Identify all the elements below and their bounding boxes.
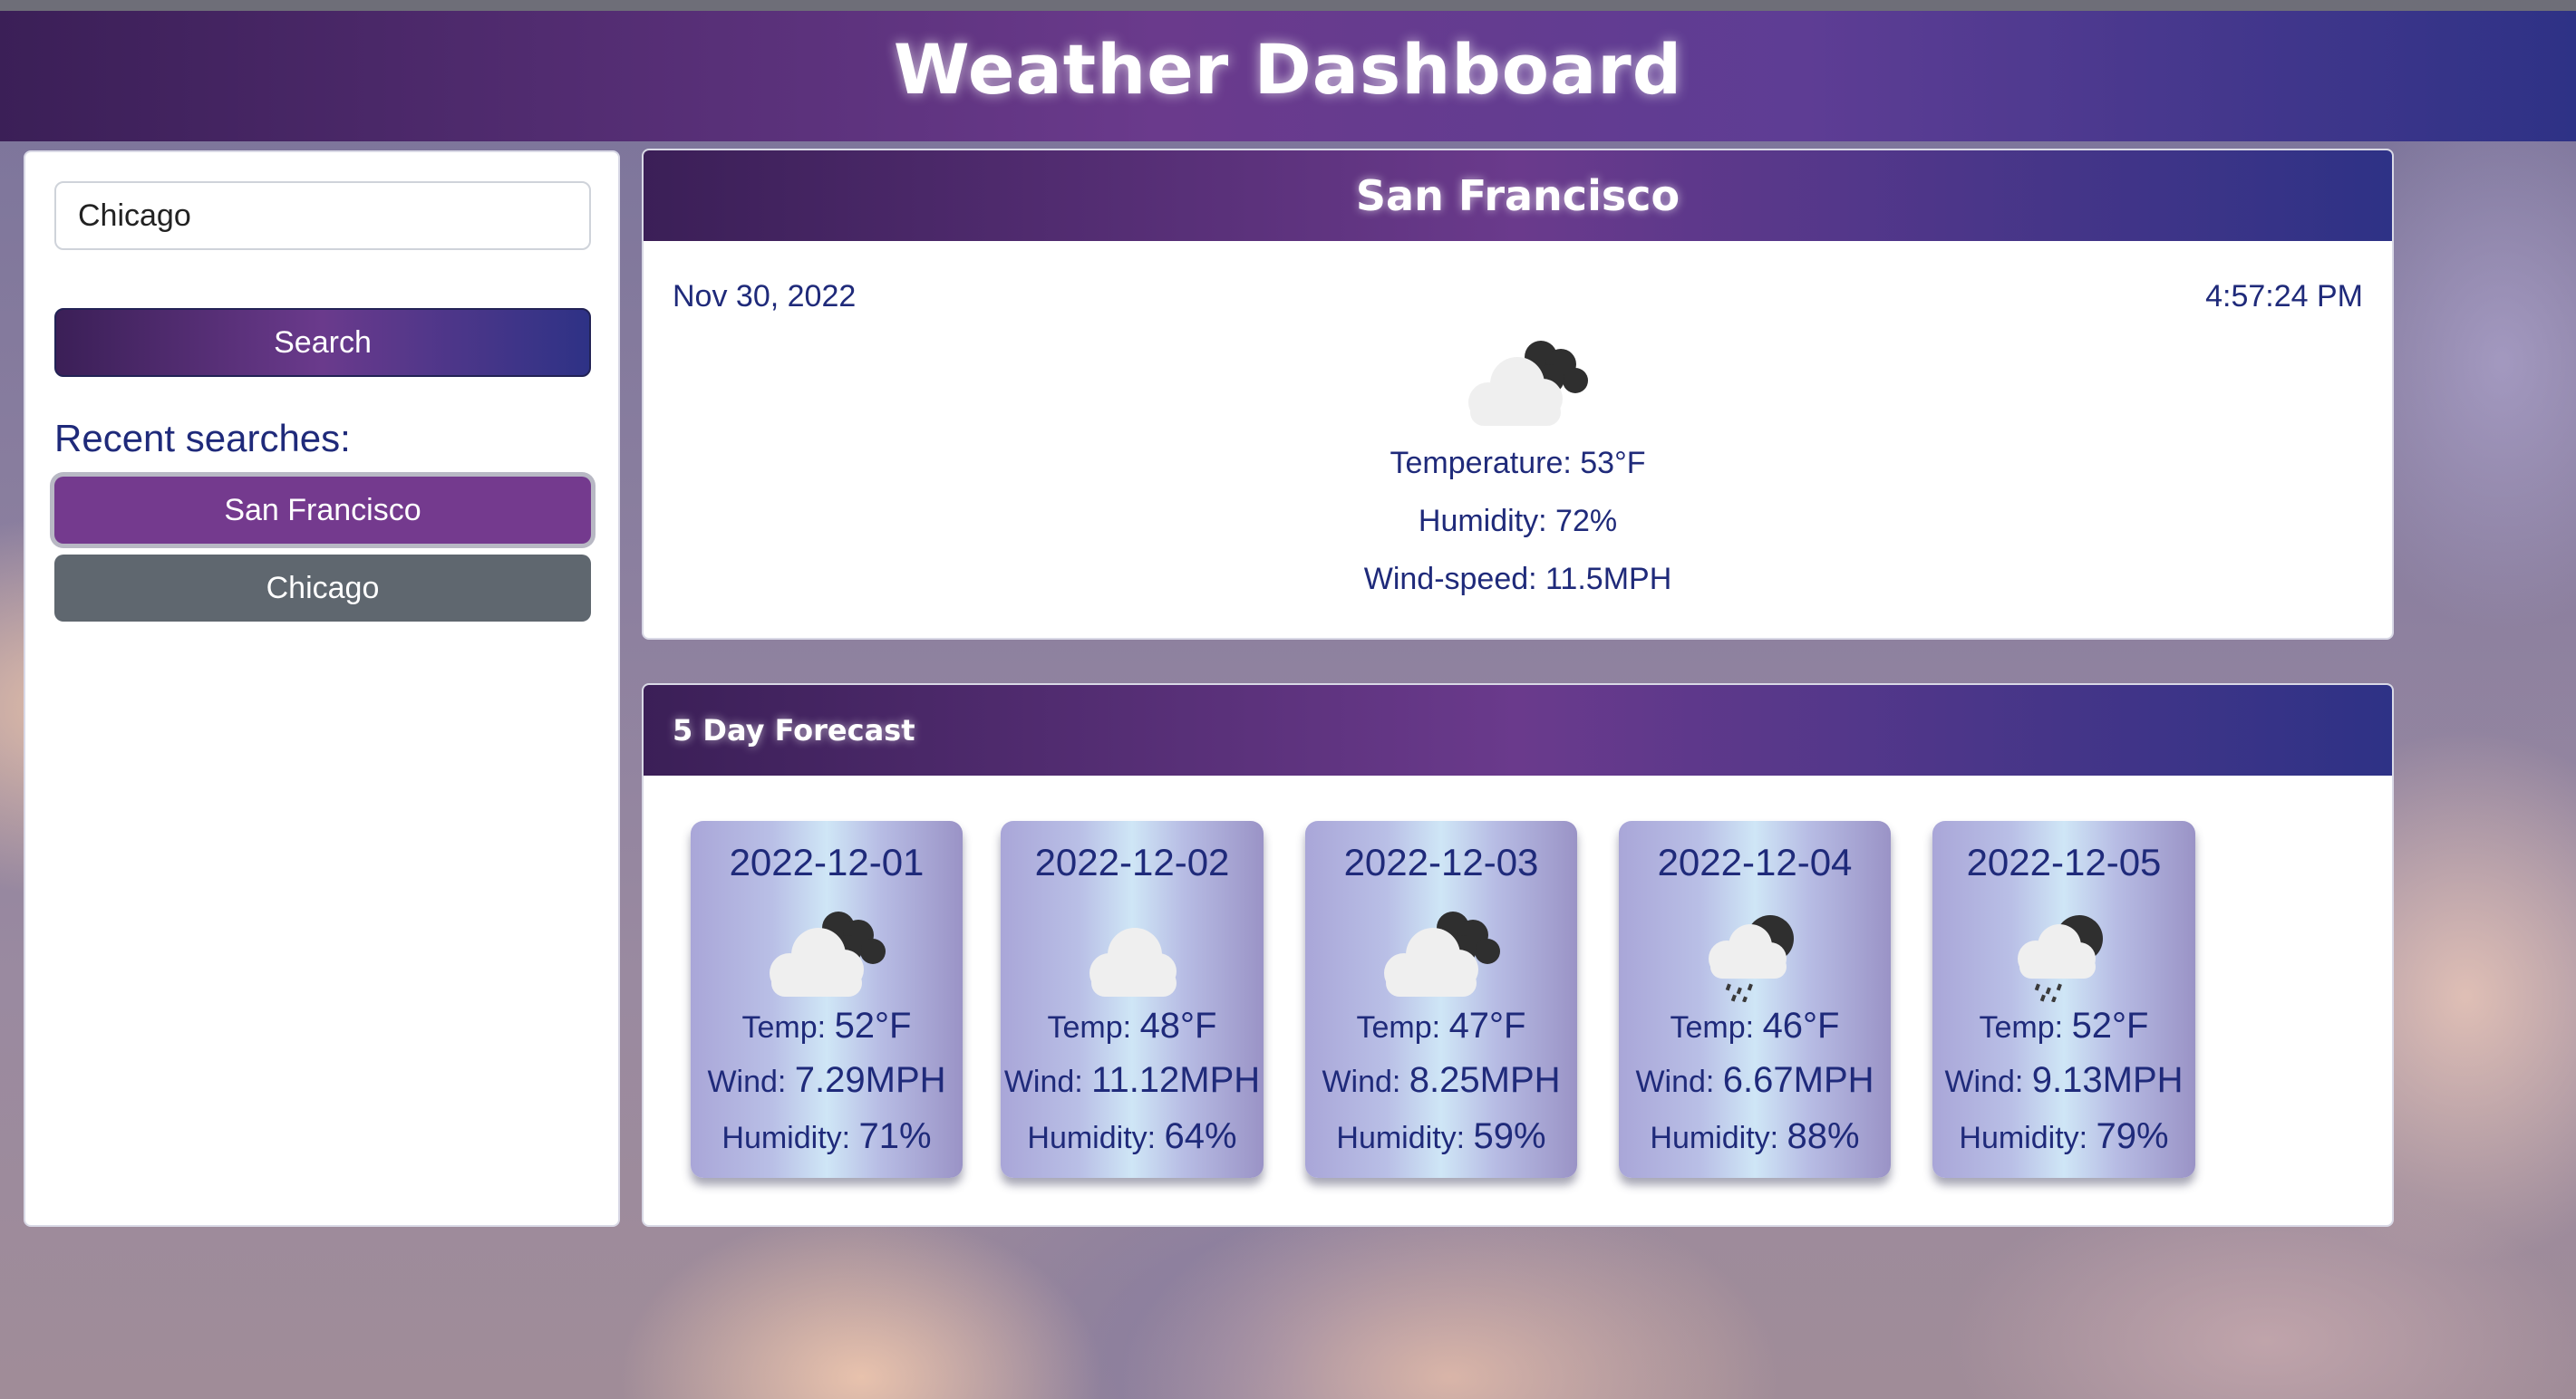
forecast-humidity: Humidity: 79%	[1959, 1116, 2169, 1156]
forecast-wind: Wind: 7.29MPH	[707, 1060, 946, 1100]
forecast-day-card: 2022-12-04 Temp: 46°F Wind: 6.67MPH Humi…	[1619, 821, 1891, 1178]
forecast-humidity: Humidity: 71%	[721, 1116, 932, 1156]
forecast-temp: Temp: 52°F	[741, 1006, 912, 1046]
current-temperature: Temperature: 53°F	[1390, 446, 1646, 480]
cloud-night-icon	[1384, 912, 1500, 997]
forecast-temp: Temp: 46°F	[1670, 1006, 1840, 1046]
forecast-wind: Wind: 11.12MPH	[1003, 1060, 1261, 1100]
window-top-border	[0, 0, 2576, 11]
page-title: Weather Dashboard	[893, 29, 1683, 110]
forecast-wind: Wind: 8.25MPH	[1322, 1060, 1561, 1100]
forecast-date: 2022-12-04	[1657, 841, 1853, 883]
cloud-night-icon	[770, 912, 886, 997]
forecast-day-card: 2022-12-05 Temp: 52°F Wind: 9.13MPH Humi…	[1932, 821, 2195, 1178]
rain-night-icon	[1709, 915, 1794, 1002]
forecast-title: 5 Day Forecast	[644, 685, 2392, 776]
recent-search-chicago[interactable]: Chicago	[54, 555, 591, 622]
forecast-date: 2022-12-01	[729, 841, 925, 883]
recent-search-san-francisco[interactable]: San Francisco	[54, 477, 591, 544]
forecast-humidity: Humidity: 59%	[1336, 1116, 1546, 1156]
forecast-day-card: 2022-12-02 Temp: 48°F Wind: 11.12MPH Hum…	[1001, 821, 1264, 1178]
forecast-wind: Wind: 6.67MPH	[1635, 1060, 1874, 1100]
forecast-card: 5 Day Forecast 2022-12-01 Temp: 52°F Win…	[642, 683, 2394, 1227]
current-weather-card: San Francisco Nov 30, 2022 4:57:24 PM Te…	[642, 149, 2394, 640]
forecast-date: 2022-12-05	[1966, 841, 2162, 883]
forecast-temp: Temp: 48°F	[1047, 1006, 1217, 1046]
forecast-temp: Temp: 52°F	[1979, 1006, 2149, 1046]
current-time: 4:57:24 PM	[2205, 279, 2363, 314]
forecast-day-card: 2022-12-01 Temp: 52°F Wind: 7.29MPH Humi…	[691, 821, 963, 1178]
forecast-wind: Wind: 9.13MPH	[1944, 1060, 2184, 1100]
forecast-date: 2022-12-02	[1034, 841, 1230, 883]
forecast-humidity: Humidity: 88%	[1650, 1116, 1860, 1156]
forecast-temp: Temp: 47°F	[1356, 1006, 1526, 1046]
rain-night-icon	[2018, 915, 2103, 1002]
forecast-humidity: Humidity: 64%	[1027, 1116, 1237, 1156]
current-date: Nov 30, 2022	[673, 279, 857, 314]
forecast-day-card: 2022-12-03 Temp: 47°F Wind: 8.25MPH Humi…	[1305, 821, 1577, 1178]
search-sidebar: Search Recent searches: San Francisco Ch…	[24, 150, 620, 1227]
app-header: Weather Dashboard	[0, 11, 2576, 141]
current-city-title: San Francisco	[644, 150, 2392, 241]
current-humidity: Humidity: 72%	[1418, 504, 1618, 538]
cloud-icon	[1089, 928, 1177, 997]
recent-searches-label: Recent searches:	[54, 417, 351, 459]
current-wind-speed: Wind-speed: 11.5MPH	[1363, 562, 1672, 596]
cloud-night-icon	[1468, 341, 1588, 426]
city-search-input[interactable]	[54, 181, 591, 250]
search-button[interactable]: Search	[54, 308, 591, 377]
forecast-date: 2022-12-03	[1343, 841, 1539, 883]
